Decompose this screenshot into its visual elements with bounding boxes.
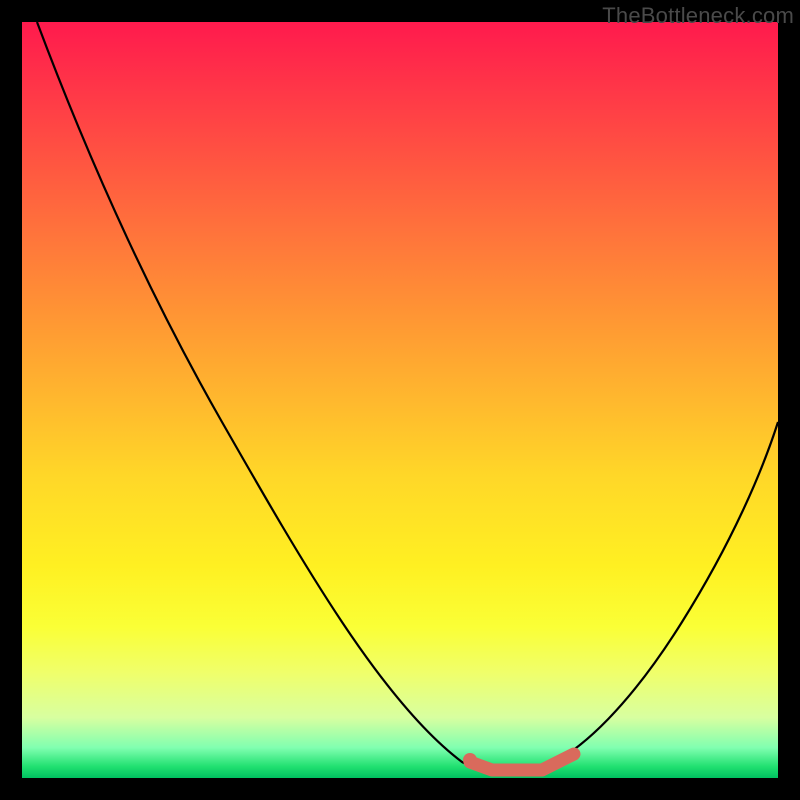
optimal-start-dot [463, 753, 477, 767]
chart-svg [22, 22, 778, 778]
chart-plot-area [22, 22, 778, 778]
bottleneck-curve [37, 22, 778, 775]
optimal-range-marker [470, 754, 574, 770]
watermark-text: TheBottleneck.com [602, 3, 794, 29]
